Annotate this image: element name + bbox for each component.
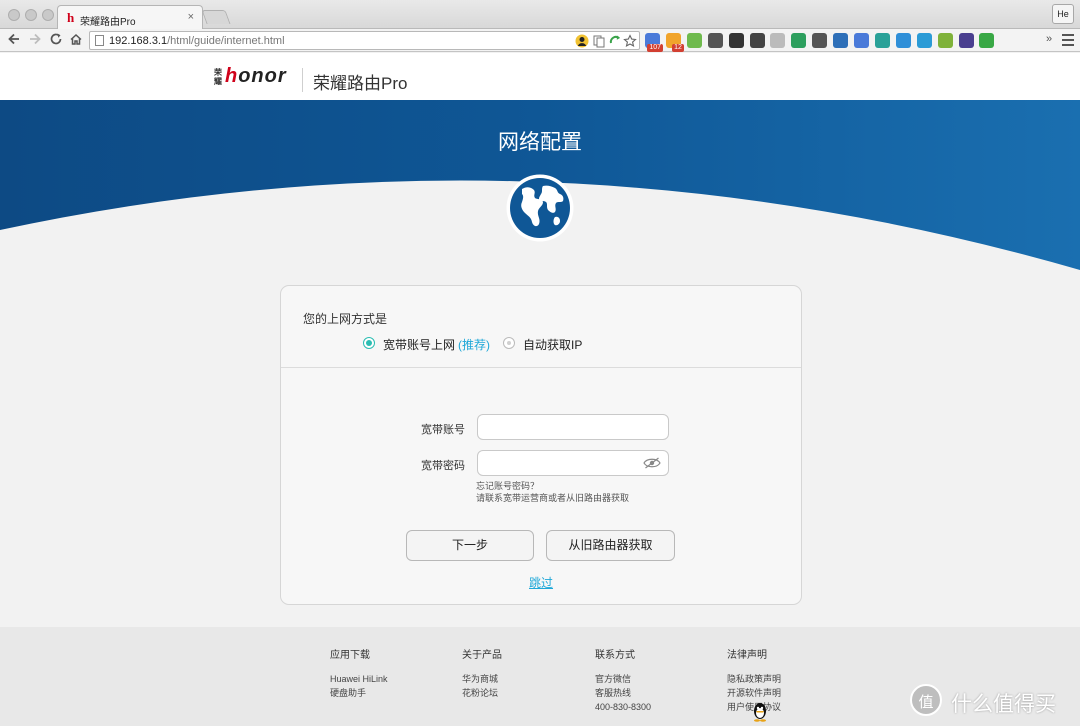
logo-wordmark: honor [225,65,287,87]
magnifier-icon[interactable] [770,33,786,48]
forgot-password-detail: 请联系宽带运营商或者从旧路由器获取 [476,493,630,503]
browser-toolbar: 192.168.3.1/html/guide/internet.html 107… [0,29,1080,52]
hide-password-eye-icon[interactable] [643,457,661,469]
footer-heading: 关于产品 [462,650,502,661]
clock-icon[interactable] [749,33,765,48]
url-text[interactable]: 192.168.3.1/html/guide/internet.html [109,35,285,47]
watermark-text: 什么值得买 [951,693,1056,716]
back-arrow-icon[interactable] [6,32,22,48]
footer-heading: 联系方式 [595,650,635,661]
google-translate-icon[interactable]: 107 [645,33,663,52]
radio-unselected-icon[interactable] [503,337,515,349]
recommend-tag: (推荐) [458,338,491,352]
footer-col-downloads: 应用下载 Huawei HiLink 硬盘助手 [330,646,460,700]
product-name: 荣耀路由Pro [313,74,408,93]
puzzle-icon[interactable] [854,33,869,48]
option-label: 宽带账号上网 [383,338,456,352]
router-setup-page: 荣耀 honor 荣耀路由Pro 网络配置 您的上网方式是 宽带账号上网 (推荐… [0,53,1080,726]
blue-square-icon[interactable] [895,33,911,48]
password-label: 宽带密码 [421,460,465,472]
watermark-logo-icon: 值 [910,684,942,716]
site-footer: 应用下载 Huawei HiLink 硬盘助手 关于产品 华为商城 花粉论坛 联… [0,627,1080,726]
header-divider [302,68,303,92]
globe-icon [506,174,574,242]
google-drive-icon[interactable] [791,33,807,48]
section-divider [281,367,801,368]
blue-arrow-icon[interactable] [833,33,849,48]
reload-icon[interactable] [48,32,64,48]
profile-button[interactable]: He [1052,4,1074,24]
window-zoom-button[interactable] [42,9,54,21]
green-robot-icon[interactable] [979,33,995,48]
site-header: 荣耀 honor 荣耀路由Pro [0,53,1080,100]
footer-link[interactable]: 开源软件声明 [727,686,857,700]
footer-link: 400-830-8300 [595,702,652,712]
footer-link[interactable]: 客服热线 [595,686,725,700]
new-tab-button[interactable] [201,10,231,24]
extensions-overflow-icon[interactable]: » [1046,33,1052,45]
green-circle-icon[interactable] [686,33,702,48]
skip-link[interactable]: 跳过 [529,574,553,591]
next-step-button[interactable]: 下一步 [406,530,534,561]
password-input[interactable] [477,450,669,476]
shield-icon[interactable] [958,33,974,48]
green-dot-icon[interactable] [874,33,890,48]
footer-link[interactable]: 官方微信 [595,672,725,686]
page-title: 网络配置 [498,131,582,154]
window-minimize-button[interactable] [25,9,37,21]
page-icon [95,35,104,46]
home-icon[interactable] [68,32,84,48]
account-label: 宽带账号 [421,424,465,436]
footer-link[interactable]: Huawei HiLink [330,672,460,686]
tab-close-icon[interactable]: × [188,11,194,23]
footer-col-legal: 法律声明 隐私政策声明 开源软件声明 用户使用协议 [727,646,857,714]
pocket-icon[interactable] [707,33,723,48]
footer-heading: 法律声明 [727,650,767,661]
network-config-card: 您的上网方式是 宽带账号上网 (推荐) 自动获取IP 宽带账号 宽带密码 忘记账号… [280,285,802,605]
footer-link[interactable]: 隐私政策声明 [727,672,857,686]
footer-col-contact: 联系方式 官方微信 客服热线 400-830-8300 [595,646,725,714]
browser-menu-icon[interactable] [1062,34,1074,49]
qq-penguin-icon[interactable] [752,702,768,722]
extension-badge: 107 [647,44,663,52]
green-arrow-icon[interactable] [608,34,622,48]
footer-col-products: 关于产品 华为商城 花粉论坛 [462,646,592,700]
fetch-from-old-router-button[interactable]: 从旧路由器获取 [546,530,675,561]
user-silhouette-icon[interactable] [575,34,589,48]
account-input[interactable] [477,414,669,440]
green-face-icon[interactable] [937,33,953,48]
browser-tab-strip: h 荣耀路由Pro × He [0,0,1080,30]
bookmark-star-icon[interactable] [623,34,637,48]
footer-link[interactable]: 华为商城 [462,672,592,686]
window-close-button[interactable] [8,9,20,21]
address-bar[interactable]: 192.168.3.1/html/guide/internet.html [89,31,640,50]
radio-selected-icon[interactable] [363,337,375,349]
footer-heading: 应用下载 [330,650,370,661]
tab-title: 荣耀路由Pro [80,17,136,28]
honor-favicon-icon: h [67,10,75,25]
option-label: 自动获取IP [523,338,583,352]
settings-gear-icon[interactable] [812,33,828,48]
logo-chinese-mark: 荣耀 [214,68,222,86]
forward-arrow-icon[interactable] [27,32,43,48]
flame-icon[interactable] [728,33,744,48]
page-copy-icon[interactable] [592,34,606,48]
orange-extension-icon[interactable]: 12 [665,33,684,52]
footer-link[interactable]: 花粉论坛 [462,686,592,700]
connection-type-label: 您的上网方式是 [303,312,388,326]
footer-link[interactable]: 硬盘助手 [330,686,460,700]
extension-badge: 12 [672,44,684,52]
teal-circle-icon[interactable] [916,33,932,48]
browser-tab[interactable]: h 荣耀路由Pro × [57,5,203,30]
footer-link[interactable]: 用户使用协议 [727,700,857,714]
